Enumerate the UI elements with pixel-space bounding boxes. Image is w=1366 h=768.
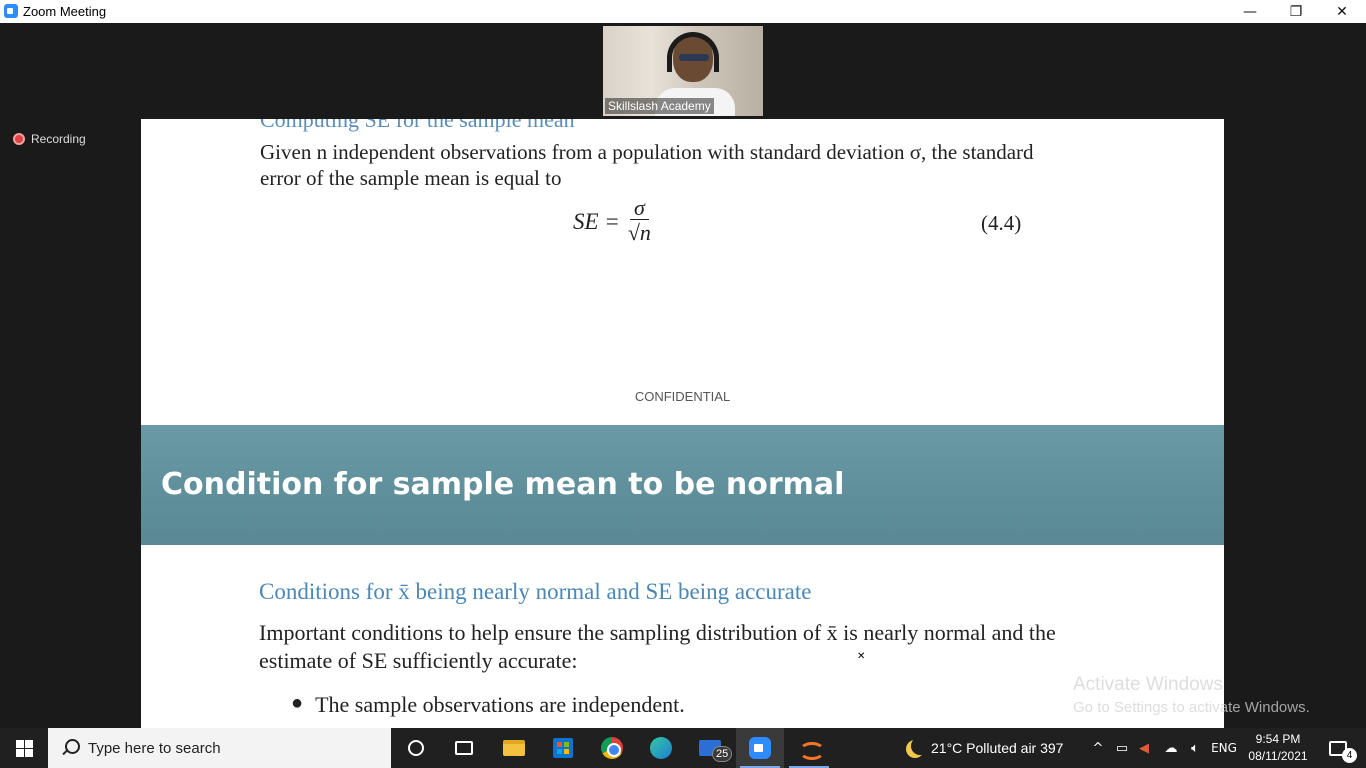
clock-date: 08/11/2021 <box>1248 749 1308 763</box>
bullet-text: The sample observations are independent. <box>315 692 685 717</box>
language-indicator[interactable]: ENG <box>1208 728 1240 768</box>
chrome-icon <box>601 737 623 759</box>
activate-title: Activate Windows <box>1073 674 1223 695</box>
glasses-icon <box>679 54 709 61</box>
zoom-app-icon <box>4 4 18 18</box>
search-icon <box>60 738 80 758</box>
taskbar: Type here to search 25 21°C Polluted air… <box>0 728 1366 768</box>
task-view-icon <box>455 741 473 755</box>
speaker-icon[interactable]: 🔈︎ <box>1184 728 1206 768</box>
minimize-button[interactable]: — <box>1227 0 1273 23</box>
recording-indicator[interactable]: Recording <box>13 132 86 146</box>
activate-subtitle: Go to Settings to activate Windows. <box>1073 699 1310 716</box>
search-placeholder: Type here to search <box>88 739 221 757</box>
notification-count: 4 <box>1342 748 1357 763</box>
close-button[interactable]: ✕ <box>1319 0 1365 23</box>
edge-button[interactable] <box>637 728 685 768</box>
equation-number: (4.4) <box>981 211 1022 235</box>
restore-button[interactable]: ❐ <box>1273 0 1319 23</box>
formula-numerator: σ <box>629 197 649 220</box>
participant-name: Skillslash Academy <box>605 98 714 114</box>
activate-windows-watermark: Activate Windows Go to Settings to activ… <box>1073 674 1310 716</box>
weather-widget[interactable]: 21°C Polluted air 397 <box>905 728 1063 768</box>
jupyter-icon <box>798 737 825 760</box>
section-banner: Condition for sample mean to be normal <box>141 425 1224 545</box>
clock[interactable]: 9:54 PM 08/11/2021 <box>1240 731 1316 765</box>
task-view-button[interactable] <box>440 728 488 768</box>
mail-badge: 25 <box>712 746 733 762</box>
formula-fraction: σ √n <box>628 197 651 246</box>
start-button[interactable] <box>0 728 48 768</box>
slide-cutoff-heading: Computing SE for the sample mean <box>260 119 575 132</box>
formula-lhs: SE = <box>573 208 620 234</box>
zoom-icon <box>749 737 771 759</box>
folder-icon <box>503 740 525 756</box>
weather-text: 21°C Polluted air 397 <box>931 740 1064 756</box>
window-title: Zoom Meeting <box>23 4 107 19</box>
network-icon[interactable]: ▭ <box>1112 728 1132 768</box>
jupyter-button[interactable] <box>785 728 833 768</box>
headset-icon <box>667 32 719 72</box>
participant-video[interactable]: Skillslash Academy <box>603 26 763 116</box>
store-button[interactable] <box>539 728 587 768</box>
volume-muted-icon[interactable]: ◀ <box>1134 728 1154 768</box>
mouse-cursor-icon: ✕ <box>857 651 866 662</box>
recording-label: Recording <box>31 132 86 146</box>
taskbar-search[interactable]: Type here to search <box>48 728 391 768</box>
clock-time: 9:54 PM <box>1255 732 1301 746</box>
zoom-taskbar-button[interactable] <box>736 728 784 768</box>
shared-slide: Computing SE for the sample mean Given n… <box>141 119 1224 728</box>
onedrive-icon[interactable]: ☁ <box>1160 728 1182 768</box>
formula-denominator: √n <box>627 220 651 245</box>
store-icon <box>553 738 573 758</box>
title-bar: Zoom Meeting — ❐ ✕ <box>0 0 1366 23</box>
bullet-item: ● The sample observations are independen… <box>291 692 685 718</box>
recording-icon <box>13 133 25 145</box>
notification-center-button[interactable]: 4 <box>1318 728 1358 768</box>
bullet-icon: ● <box>291 692 304 714</box>
slide-given-text: Given n independent observations from a … <box>260 140 1034 190</box>
meeting-area: Skillslash Academy Recording Computing S… <box>0 23 1366 728</box>
tray-chevron-button[interactable]: ^ <box>1088 728 1108 768</box>
conditions-heading: Conditions for x̄ being nearly normal an… <box>259 579 812 604</box>
chrome-button[interactable] <box>588 728 636 768</box>
banner-title: Condition for sample mean to be normal <box>161 467 845 502</box>
confidential-label: CONFIDENTIAL <box>634 389 731 404</box>
moon-icon <box>911 737 929 755</box>
important-text: Important conditions to help ensure the … <box>259 620 1056 673</box>
cortana-button[interactable] <box>392 728 440 768</box>
file-explorer-button[interactable] <box>490 728 538 768</box>
windows-logo-icon <box>15 739 33 757</box>
edge-icon <box>650 737 672 759</box>
se-formula: SE = σ √n <box>573 197 651 246</box>
cortana-icon <box>408 740 424 756</box>
